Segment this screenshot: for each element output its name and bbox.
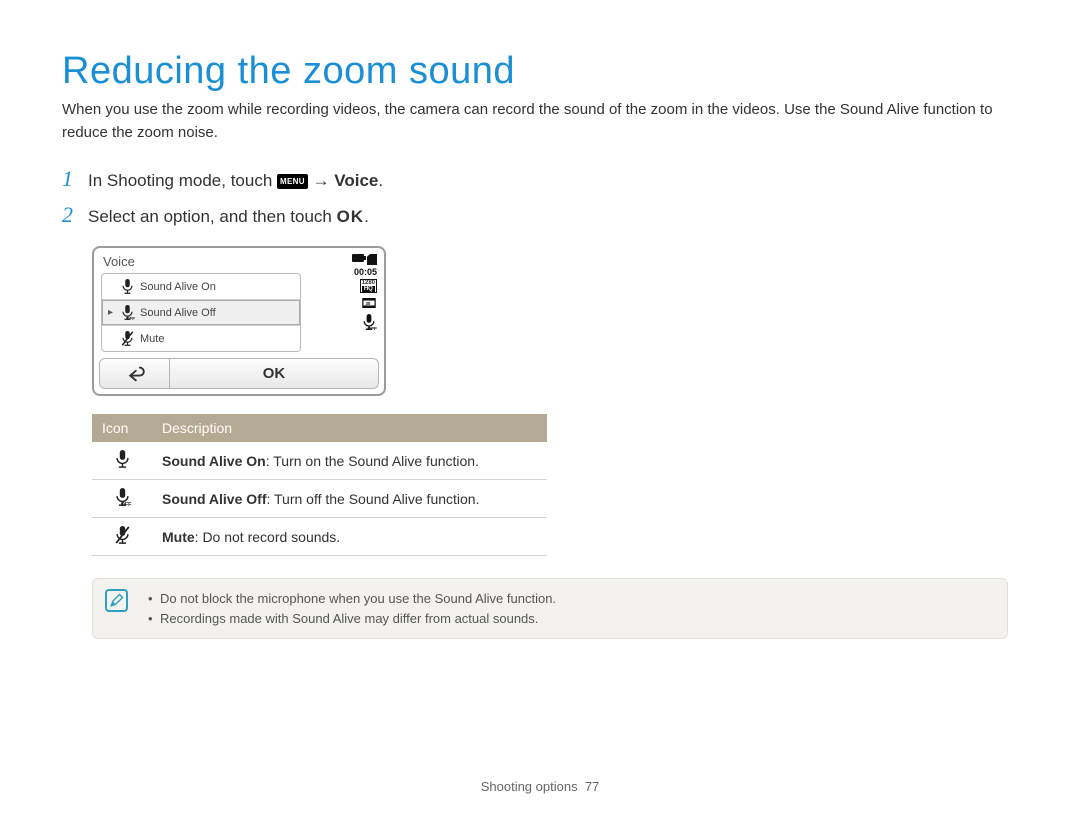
film-rate-icon xyxy=(361,296,377,310)
step1-bold: Voice xyxy=(334,171,378,190)
camera-menu-title: Voice xyxy=(101,254,341,273)
note-item: Do not block the microphone when you use… xyxy=(148,589,556,609)
mic-icon xyxy=(118,279,136,294)
back-arrow-icon xyxy=(124,366,146,382)
step-1: 1 In Shooting mode, touch MENU → Voice. xyxy=(62,166,1018,192)
table-row: Sound Alive Off: Turn off the Sound Aliv… xyxy=(92,480,547,518)
step-2: 2 Select an option, and then touch OK. xyxy=(62,202,1018,228)
back-button[interactable] xyxy=(100,359,170,388)
rec-timer: 00:05 xyxy=(354,267,377,277)
caret-right-icon: ▸ xyxy=(108,307,118,318)
resolution-badge: 1280 HQ xyxy=(360,279,377,293)
step2-pre: Select an option, and then touch xyxy=(88,207,337,226)
table-row: Sound Alive On: Turn on the Sound Alive … xyxy=(92,442,547,480)
menu-badge-icon: MENU xyxy=(277,174,308,189)
mic-icon xyxy=(92,442,152,480)
mic-mute-icon xyxy=(118,331,136,346)
ok-button[interactable]: OK xyxy=(170,359,378,388)
description-table: Icon Description Sound Alive On: Turn on… xyxy=(92,414,547,556)
note-icon xyxy=(105,589,128,612)
step1-pre: In Shooting mode, touch xyxy=(88,171,277,190)
note-item: Recordings made with Sound Alive may dif… xyxy=(148,609,556,629)
step1-arrow: → xyxy=(313,171,335,190)
mic-mute-icon xyxy=(92,518,152,556)
voice-menu-list: Sound Alive On ▸ Sound Alive Off Mute xyxy=(101,273,301,352)
step-number: 1 xyxy=(62,166,88,192)
sd-card-icon xyxy=(367,254,377,265)
mic-off-icon xyxy=(92,480,152,518)
note-box: Do not block the microphone when you use… xyxy=(92,578,1008,639)
status-column: 00:05 1280 HQ xyxy=(341,254,379,352)
menu-item-sound-alive-off[interactable]: ▸ Sound Alive Off xyxy=(102,300,300,326)
table-row: Mute: Do not record sounds. xyxy=(92,518,547,556)
menu-item-mute[interactable]: Mute xyxy=(102,326,300,351)
menu-item-sound-alive-on[interactable]: Sound Alive On xyxy=(102,274,300,300)
th-icon: Icon xyxy=(92,414,152,442)
mic-off-icon xyxy=(118,305,136,320)
mic-off-status-icon xyxy=(361,314,377,330)
battery-icon xyxy=(352,254,364,262)
ok-text-icon: OK xyxy=(337,207,365,226)
intro-text: When you use the zoom while recording vi… xyxy=(62,99,1018,144)
th-description: Description xyxy=(152,414,547,442)
page-title: Reducing the zoom sound xyxy=(62,50,1018,93)
page-footer: Shooting options 77 xyxy=(62,779,1018,794)
step-number: 2 xyxy=(62,202,88,228)
camera-screen: Voice Sound Alive On ▸ Sound Alive Off xyxy=(92,246,386,396)
